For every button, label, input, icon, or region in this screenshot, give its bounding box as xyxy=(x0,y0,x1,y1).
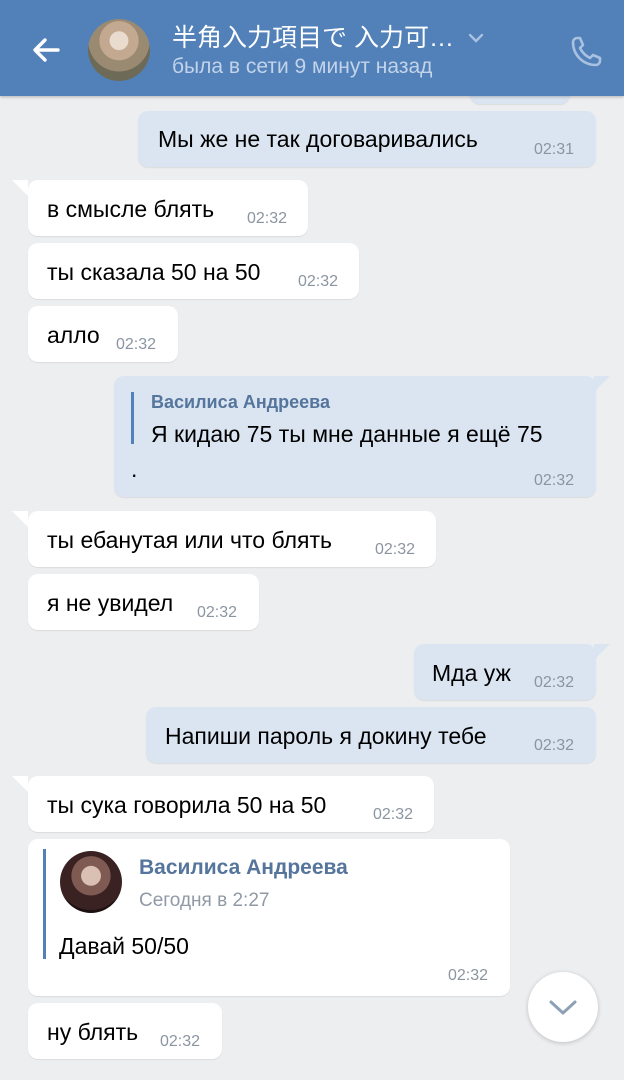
message-text: . xyxy=(131,456,138,482)
message-bubble[interactable]: алло 02:32 xyxy=(28,306,178,362)
message-time: 02:32 xyxy=(298,273,339,290)
bubble-tail xyxy=(12,776,28,792)
message-bubble-forwarded[interactable]: Василиса Андреева Сегодня в 2:27 Давай 5… xyxy=(28,839,510,996)
scroll-to-bottom-button[interactable] xyxy=(528,972,598,1042)
chat-title[interactable]: 半角入力項目で 入力可… xyxy=(172,18,454,54)
bubble-tail xyxy=(594,376,610,392)
message-time: 02:32 xyxy=(197,604,238,621)
reply-text: Я кидаю 75 ты мне данные я ещё 75 xyxy=(151,421,543,447)
chat-header: 半角入力項目で 入力可… была в сети 9 минут назад xyxy=(0,0,624,96)
message-bubble[interactable]: ты сказала 50 на 50 02:32 xyxy=(28,243,359,299)
message-time: 02:32 xyxy=(375,541,416,558)
contact-avatar[interactable] xyxy=(88,19,150,81)
message-text: алло xyxy=(47,322,100,348)
message-text: я не увидел xyxy=(47,590,174,616)
forwarded-author-avatar[interactable] xyxy=(60,851,122,913)
back-button[interactable] xyxy=(24,28,68,72)
message-bubble[interactable]: я не увидел 02:32 xyxy=(28,574,259,630)
message-text: ты сука говорила 50 на 50 xyxy=(47,792,327,818)
message-bubble[interactable]: ну блять 02:32 xyxy=(28,1003,222,1059)
bubble-tail xyxy=(594,644,610,660)
message-text: ну блять xyxy=(47,1019,139,1045)
forwarded-text: Давай 50/50 xyxy=(59,933,189,959)
forward-quote-bar xyxy=(43,849,46,959)
bubble-tail xyxy=(12,180,28,196)
reply-author[interactable]: Василиса Андреева xyxy=(151,392,330,413)
message-time: 02:32 xyxy=(116,336,157,353)
message-bubble[interactable]: в смысле блять 02:32 xyxy=(28,180,308,236)
message-bubble[interactable]: Мы же не так договаривались 02:31 xyxy=(138,111,596,167)
forwarded-author[interactable]: Василиса Андреева xyxy=(139,856,348,880)
message-bubble[interactable]: ты ебанутая или что блять 02:32 xyxy=(28,511,436,567)
chevron-down-icon xyxy=(549,1000,577,1015)
bubble-tail xyxy=(12,511,28,527)
message-text: ты ебанутая или что блять xyxy=(47,527,333,553)
message-text: Напиши пароль я докину тебе xyxy=(165,723,487,749)
message-time: 02:32 xyxy=(534,737,575,754)
last-seen-status: была в сети 9 минут назад xyxy=(172,55,433,78)
message-bubble[interactable]: Напиши пароль я докину тебе 02:32 xyxy=(146,707,596,763)
message-bubble[interactable]: Мда уж 02:32 xyxy=(414,644,596,700)
message-text: в смысле блять xyxy=(47,196,215,222)
message-text: Мы же не так договаривались xyxy=(158,126,478,152)
message-bubble-reply[interactable]: Василиса Андреева Я кидаю 75 ты мне данн… xyxy=(114,376,596,497)
message-time: 02:32 xyxy=(247,210,288,227)
phone-icon xyxy=(571,36,602,67)
message-time: 02:32 xyxy=(448,967,489,984)
call-button[interactable] xyxy=(566,32,606,72)
chevron-down-icon[interactable] xyxy=(466,28,486,48)
message-time: 02:31 xyxy=(534,141,575,158)
message-time: 02:32 xyxy=(373,806,414,823)
forwarded-date: Сегодня в 2:27 xyxy=(139,890,270,911)
arrow-left-icon xyxy=(33,38,60,62)
reply-quote-bar xyxy=(131,392,134,444)
message-time: 02:32 xyxy=(534,674,575,691)
message-bubble[interactable]: ты сука говорила 50 на 50 02:32 xyxy=(28,776,434,832)
message-time: 02:32 xyxy=(160,1033,201,1050)
message-time: 02:32 xyxy=(534,472,575,489)
message-text: Мда уж xyxy=(432,660,511,686)
message-text: ты сказала 50 на 50 xyxy=(47,259,261,285)
